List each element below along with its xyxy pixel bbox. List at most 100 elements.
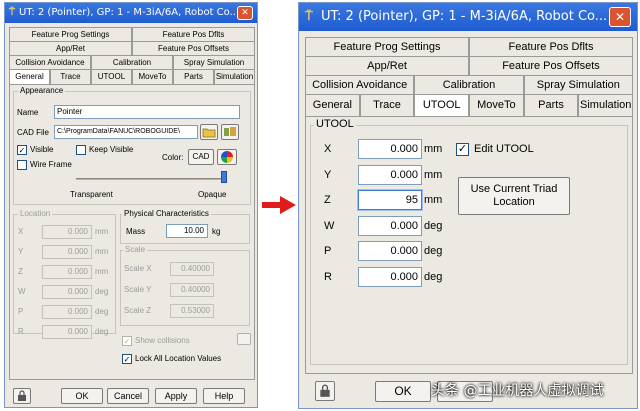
tool-icon: ⍑	[9, 7, 15, 18]
wire-frame-checkbox[interactable]	[17, 160, 27, 170]
left-cancel-button[interactable]: Cancel	[107, 388, 149, 404]
right-close-button[interactable]: ✕	[609, 7, 631, 27]
tab-feature-pos-dflts[interactable]: Feature Pos Dflts	[469, 37, 633, 57]
left-close-button[interactable]: ✕	[237, 6, 253, 20]
physical-label: Physical Characteristics	[122, 209, 211, 218]
location-y-field[interactable]: 0.000	[42, 245, 92, 259]
mass-field[interactable]: 10.00	[166, 224, 208, 238]
right-tab-row-2: App/Ret Feature Pos Offsets	[305, 56, 633, 76]
tab-moveto[interactable]: MoveTo	[469, 94, 524, 116]
tab-calibration[interactable]: Calibration	[91, 55, 173, 69]
lock-icon	[320, 384, 330, 397]
tab-feature-prog-settings[interactable]: Feature Prog Settings	[305, 37, 469, 57]
mass-label: Mass	[126, 227, 146, 236]
left-tab-row-4: General Trace UTOOL MoveTo Parts Simulation	[9, 69, 255, 84]
color-picker-button[interactable]	[217, 149, 237, 165]
left-ok-button[interactable]: OK	[61, 388, 103, 404]
opacity-slider-track[interactable]	[76, 178, 224, 180]
library-icon	[224, 127, 236, 136]
show-collisions-checkbox[interactable]: ✓	[122, 336, 132, 346]
tab-feature-pos-offsets[interactable]: Feature Pos Offsets	[469, 56, 633, 76]
left-tab-row-2: App/Ret Feature Pos Offsets	[9, 41, 255, 55]
left-apply-button[interactable]: Apply	[155, 388, 197, 404]
left-lock-button[interactable]	[13, 388, 31, 404]
location-y-unit: mm	[95, 247, 109, 256]
tab-moveto[interactable]: MoveTo	[132, 69, 173, 84]
location-x-unit: mm	[95, 227, 109, 236]
tab-app-ret[interactable]: App/Ret	[305, 56, 469, 76]
scale-2-field[interactable]: 0.53000	[170, 304, 214, 318]
name-field[interactable]: Pointer	[54, 105, 240, 119]
tab-general[interactable]: General	[9, 69, 50, 84]
wire-frame-label: Wire Frame	[30, 160, 72, 169]
utool-r-field[interactable]: 0.000	[358, 266, 422, 287]
location-z-field[interactable]: 0.000	[42, 265, 92, 279]
location-x-label: X	[18, 227, 24, 236]
color-wheel-icon	[221, 151, 233, 163]
tab-feature-pos-offsets[interactable]: Feature Pos Offsets	[132, 41, 255, 55]
tab-general[interactable]: General	[305, 94, 360, 116]
right-lock-button[interactable]	[315, 381, 335, 401]
location-p-field[interactable]: 0.000	[42, 305, 92, 319]
tab-simulation[interactable]: Simulation	[578, 94, 634, 116]
edit-utool-label: Edit UTOOL	[474, 143, 534, 155]
utool-x-unit: mm	[424, 143, 443, 155]
collisions-options-button[interactable]	[237, 333, 251, 345]
show-collisions-label: Show collisions	[135, 336, 190, 345]
cad-color-button[interactable]: CAD	[188, 149, 214, 165]
utool-r-label: R	[324, 270, 332, 283]
utool-w-label: W	[324, 219, 335, 232]
location-p-label: P	[18, 307, 24, 316]
scale-0-field[interactable]: 0.40000	[170, 262, 214, 276]
cad-library-button[interactable]	[221, 124, 239, 140]
location-r-field[interactable]: 0.000	[42, 325, 92, 339]
utool-x-label: X	[324, 143, 332, 155]
edit-utool-checkbox[interactable]: ✓	[456, 143, 469, 156]
utool-p-field[interactable]: 0.000	[358, 241, 422, 261]
utool-y-unit: mm	[424, 168, 443, 181]
right-dialog: ⍑ UT: 2 (Pointer), GP: 1 - M-3iA/6A, Rob…	[298, 2, 638, 409]
lock-all-checkbox[interactable]: ✓	[122, 354, 132, 364]
tab-utool[interactable]: UTOOL	[414, 94, 470, 116]
tab-collision-avoidance[interactable]: Collision Avoidance	[305, 75, 415, 95]
tab-utool[interactable]: UTOOL	[91, 69, 132, 84]
right-arrow-icon	[262, 196, 296, 214]
tab-trace[interactable]: Trace	[359, 94, 415, 116]
opacity-slider-thumb[interactable]	[221, 171, 227, 183]
cad-file-field[interactable]: C:\ProgramData\FANUC\ROBOGUIDE\	[54, 125, 198, 139]
scale-1-field[interactable]: 0.40000	[170, 283, 214, 297]
right-tab-row-1: Feature Prog Settings Feature Pos Dflts	[305, 37, 633, 57]
tab-parts[interactable]: Parts	[173, 69, 214, 84]
utool-w-field[interactable]: 0.000	[358, 215, 422, 236]
left-help-button[interactable]: Help	[203, 388, 245, 404]
utool-y-field[interactable]: 0.000	[358, 164, 422, 185]
lock-all-label: Lock All Location Values	[135, 354, 222, 363]
location-z-label: Z	[18, 267, 23, 276]
tab-simulation[interactable]: Simulation	[214, 69, 255, 84]
tab-spray-simulation[interactable]: Spray Simulation	[523, 75, 633, 95]
utool-y-label: Y	[324, 168, 332, 181]
location-w-label: W	[18, 287, 26, 296]
scale-label: Scale	[123, 245, 148, 254]
tab-collision-avoidance[interactable]: Collision Avoidance	[9, 55, 91, 69]
use-current-triad-button[interactable]: Use Current Triad Location	[458, 177, 570, 215]
location-x-field[interactable]: 0.000	[42, 225, 92, 239]
visible-checkbox[interactable]: ✓	[17, 145, 27, 155]
location-w-field[interactable]: 0.000	[42, 285, 92, 299]
utool-x-field[interactable]: 0.000	[358, 139, 422, 159]
tab-feature-prog-settings[interactable]: Feature Prog Settings	[9, 27, 132, 41]
keep-visible-checkbox[interactable]	[76, 145, 86, 155]
tab-calibration[interactable]: Calibration	[414, 75, 524, 95]
tab-spray-simulation[interactable]: Spray Simulation	[173, 55, 255, 69]
right-ok-button[interactable]: OK	[375, 381, 431, 402]
utool-p-unit: deg	[424, 245, 443, 257]
visible-label: Visible	[30, 145, 54, 154]
keep-visible-label: Keep Visible	[89, 145, 134, 154]
browse-folder-button[interactable]	[200, 124, 218, 140]
utool-r-unit: deg	[424, 270, 443, 283]
tab-app-ret[interactable]: App/Ret	[9, 41, 132, 55]
tab-feature-pos-dflts[interactable]: Feature Pos Dflts	[132, 27, 255, 41]
tab-parts[interactable]: Parts	[523, 94, 579, 116]
utool-z-field[interactable]: 95	[358, 190, 422, 210]
tab-trace[interactable]: Trace	[50, 69, 91, 84]
